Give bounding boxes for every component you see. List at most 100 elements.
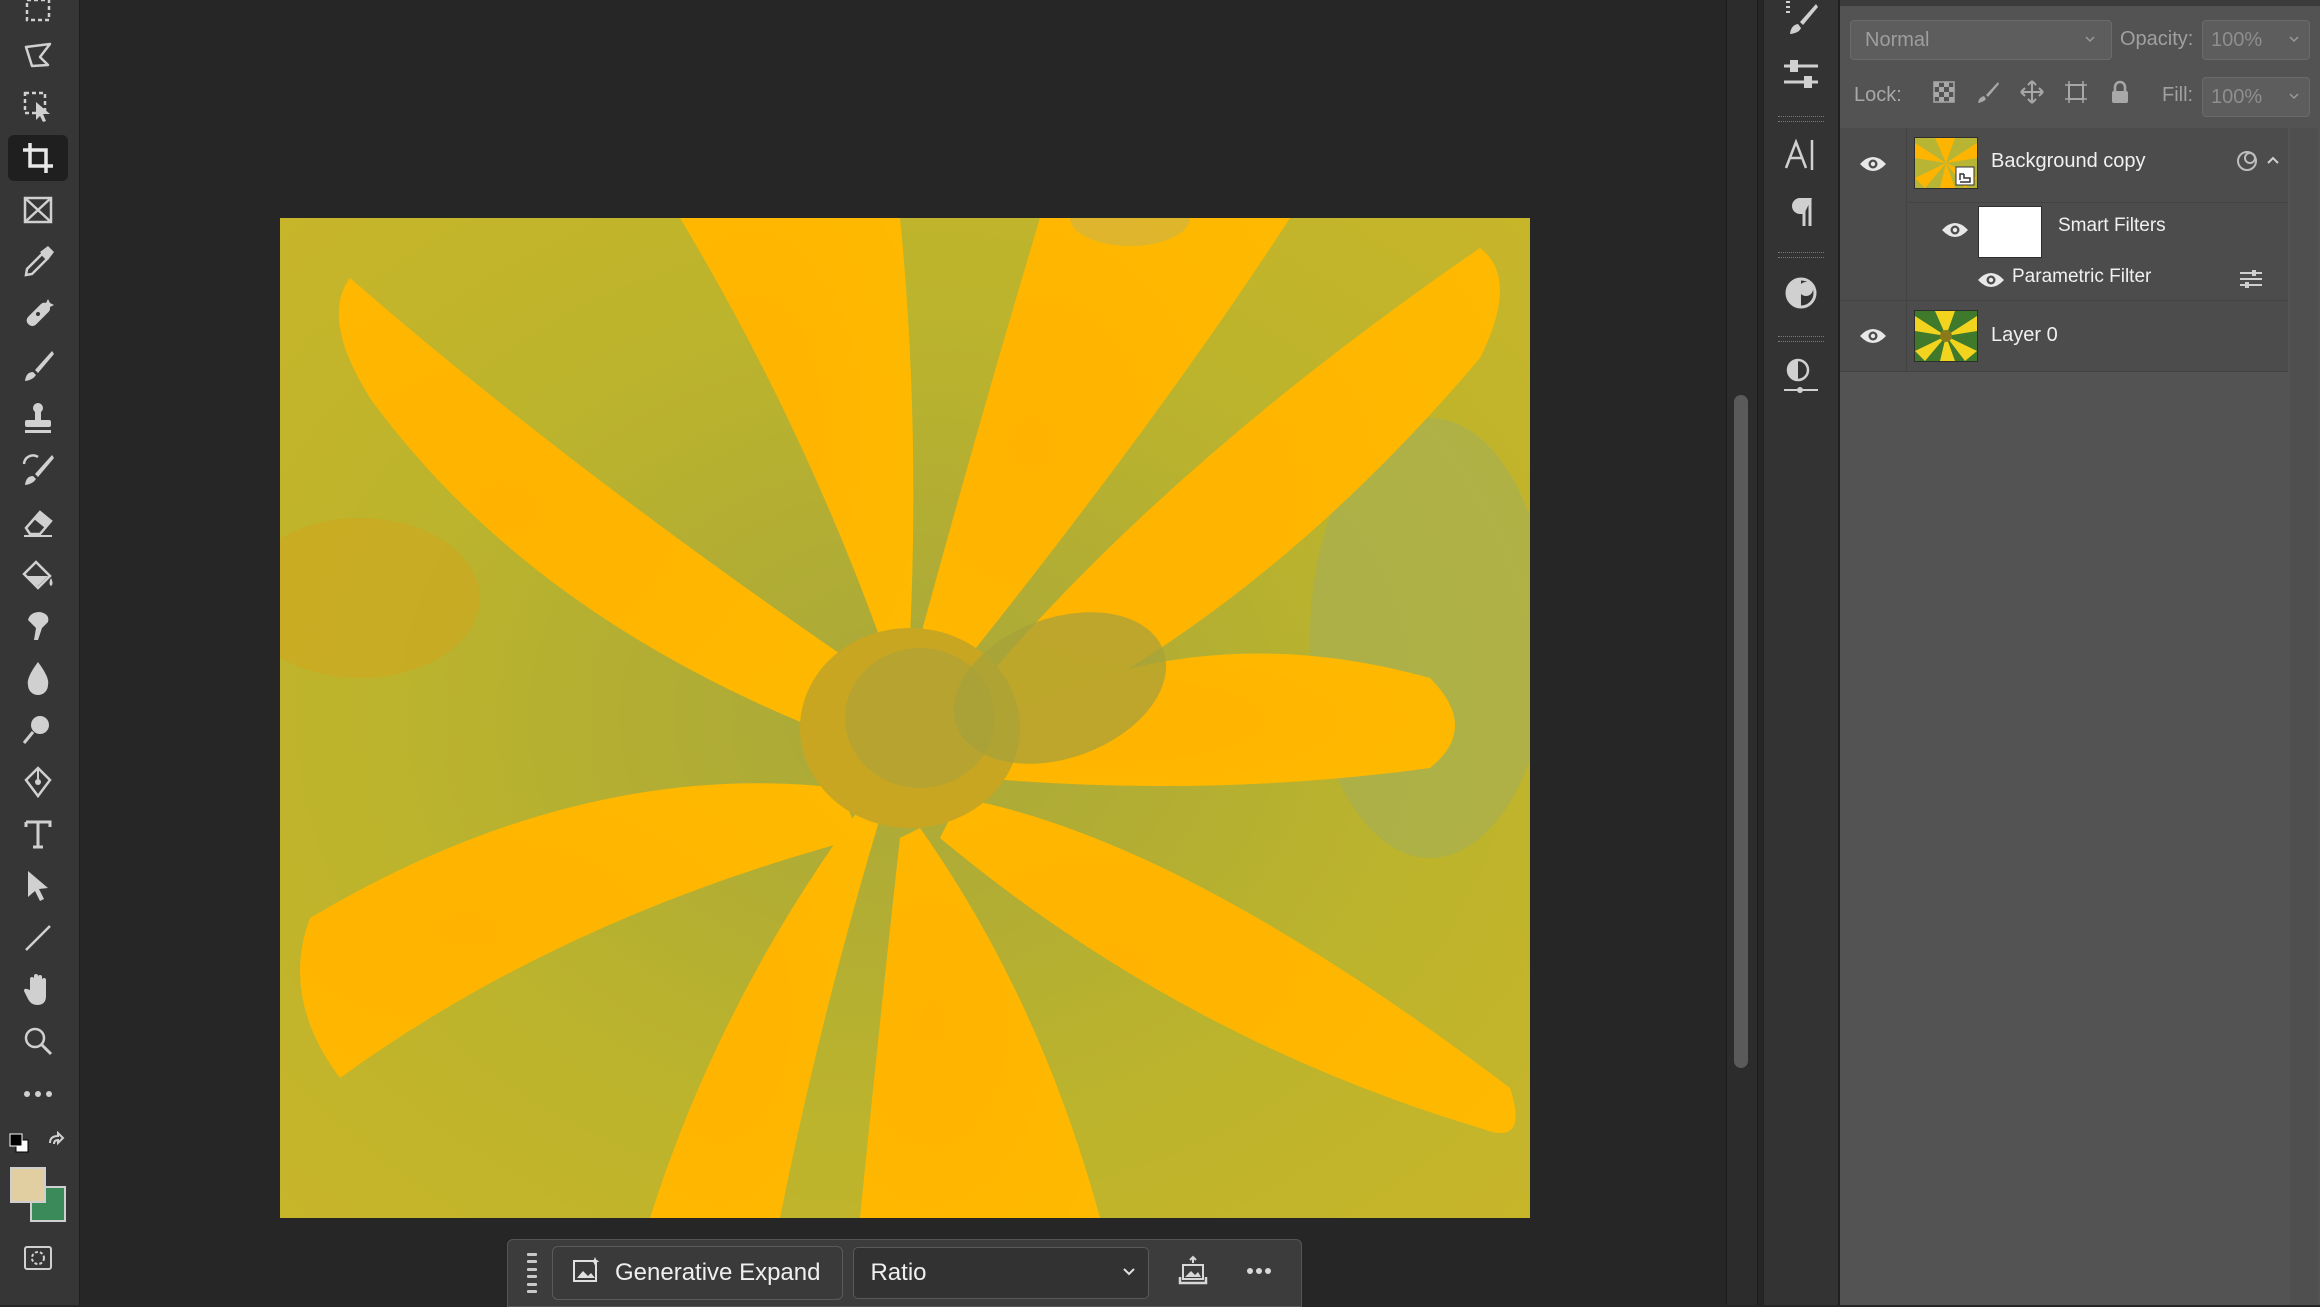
lasso-tool[interactable] <box>8 32 68 78</box>
smart-filters-indicator-icon[interactable] <box>2234 148 2260 174</box>
dodge-tool[interactable] <box>8 707 68 753</box>
blend-mode-dropdown[interactable]: Normal <box>1850 20 2112 60</box>
swap-colors-icon[interactable] <box>44 1130 68 1155</box>
default-colors-icon[interactable] <box>9 1133 29 1153</box>
zoom-icon <box>18 1022 58 1062</box>
fill-label: Fill: <box>2162 84 2194 106</box>
generative-expand-icon <box>571 1255 601 1292</box>
fill-value: 100% <box>2211 85 2263 108</box>
color-icon <box>1780 272 1822 319</box>
edit-toolbar-button[interactable] <box>8 1071 68 1117</box>
chevron-down-icon <box>1120 1259 1138 1287</box>
lock-all-button[interactable] <box>2106 80 2134 108</box>
checkerboard-icon <box>1933 80 1955 108</box>
type-icon <box>18 814 58 854</box>
eye-icon[interactable] <box>1858 154 1888 174</box>
lock-artboard-button[interactable] <box>2062 80 2090 108</box>
smart-object-icon <box>1955 166 1975 186</box>
eraser-tool[interactable] <box>8 499 68 545</box>
marquee-icon <box>18 0 58 31</box>
hand-tool[interactable] <box>8 967 68 1013</box>
sliders-icon <box>1780 54 1822 101</box>
generative-expand-button[interactable]: Generative Expand <box>552 1246 844 1300</box>
zoom-tool[interactable] <box>8 1019 68 1065</box>
layer-row-layer-0[interactable]: Layer 0 <box>1840 301 2288 371</box>
properties-panel-button[interactable] <box>1776 354 1826 404</box>
line-tool[interactable] <box>8 915 68 961</box>
more-icon <box>18 1074 58 1114</box>
blur-tool[interactable] <box>8 655 68 701</box>
blur-icon <box>18 658 58 698</box>
path-selection-icon <box>18 866 58 906</box>
rectangular-marquee-tool[interactable] <box>8 0 68 34</box>
type-tool[interactable] <box>8 811 68 857</box>
color-panel-button[interactable] <box>1776 270 1826 320</box>
character-panel-button[interactable] <box>1776 132 1826 182</box>
drag-handle[interactable] <box>520 1248 544 1298</box>
properties-icon <box>1780 356 1822 403</box>
hand-icon <box>18 970 58 1010</box>
lock-position-button[interactable] <box>2018 79 2046 108</box>
lock-transparent-pixels-button[interactable] <box>1930 80 1958 108</box>
object-selection-icon <box>18 86 58 126</box>
smudge-tool[interactable] <box>8 603 68 649</box>
generative-expand-label: Generative Expand <box>615 1259 821 1286</box>
paint-bucket-tool[interactable] <box>8 551 68 597</box>
layer-row-background-copy[interactable]: Background copy Smart Filters Parametric… <box>1840 128 2288 300</box>
lock-image-pixels-button[interactable] <box>1974 80 2002 108</box>
pen-icon <box>18 762 58 802</box>
filter-blending-options-icon[interactable] <box>2238 268 2264 290</box>
frame-tool[interactable] <box>8 187 68 233</box>
stamp-icon <box>18 398 58 438</box>
fill-field[interactable]: 100% <box>2202 77 2310 117</box>
foreground-color-swatch[interactable] <box>10 1167 46 1203</box>
document-workspace: Generative Expand Ratio <box>80 0 1725 1307</box>
clone-stamp-tool[interactable] <box>8 395 68 441</box>
document-canvas[interactable] <box>280 218 1530 1218</box>
spot-healing-brush-tool[interactable] <box>8 291 68 337</box>
more-icon <box>1239 1251 1279 1296</box>
tools-panel <box>0 0 80 1305</box>
layers-panel-scrollbar[interactable] <box>2290 128 2318 1305</box>
eye-icon[interactable] <box>1940 220 1970 240</box>
smudge-icon <box>18 606 58 646</box>
vertical-scrollbar-thumb[interactable] <box>1734 395 1748 1068</box>
lock-label: Lock: <box>1854 84 1902 106</box>
opacity-label: Opacity: <box>2120 28 2194 50</box>
ratio-dropdown[interactable]: Ratio <box>853 1247 1150 1299</box>
layer-divider <box>1840 371 2288 372</box>
object-selection-tool[interactable] <box>8 83 68 129</box>
brush-tool[interactable] <box>8 343 68 389</box>
crop-options-button[interactable] <box>1171 1251 1215 1295</box>
dodge-icon <box>18 710 58 750</box>
layer-name-background-copy: Background copy <box>1991 150 2146 172</box>
chevron-up-icon[interactable] <box>2264 152 2282 170</box>
path-selection-tool[interactable] <box>8 863 68 909</box>
chevron-down-icon <box>2287 29 2301 52</box>
crop-tool[interactable] <box>8 135 68 181</box>
ratio-value: Ratio <box>870 1259 927 1286</box>
opacity-field[interactable]: 100% <box>2202 20 2310 60</box>
adjustments-button[interactable] <box>1776 52 1826 102</box>
chevron-down-icon <box>2083 29 2097 52</box>
history-brush-tool[interactable] <box>8 447 68 493</box>
lasso-icon <box>18 35 58 75</box>
quick-mask-button[interactable] <box>8 1235 68 1281</box>
smart-filter-mask-thumbnail[interactable] <box>1978 206 2042 258</box>
strip-divider <box>1778 252 1824 258</box>
eyedropper-tool[interactable] <box>8 239 68 285</box>
pen-tool[interactable] <box>8 759 68 805</box>
paragraph-panel-button[interactable] <box>1776 188 1826 238</box>
layers-panel: Normal Opacity: 100% Lock: Fill: 100% Ba… <box>1840 0 2320 1305</box>
smart-filters-label: Smart Filters <box>2058 215 2166 236</box>
eye-icon[interactable] <box>1858 326 1888 346</box>
panel-icon-strip <box>1763 0 1840 1305</box>
more-options-button[interactable] <box>1237 1251 1281 1295</box>
contextual-task-bar: Generative Expand Ratio <box>507 1239 1302 1307</box>
eye-icon[interactable] <box>1976 270 2006 290</box>
frame-icon <box>18 190 58 230</box>
brush-settings-button[interactable] <box>1776 0 1826 46</box>
character-icon <box>1780 134 1822 181</box>
crop-icon <box>18 138 58 178</box>
brush-icon <box>18 346 58 386</box>
